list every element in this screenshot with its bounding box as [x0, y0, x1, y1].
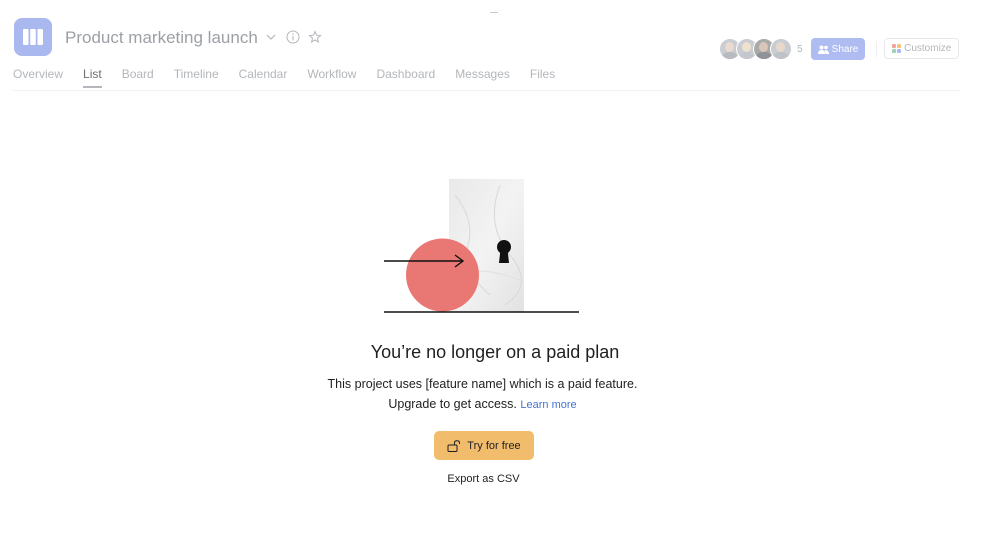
tab-files[interactable]: Files — [530, 67, 555, 87]
project-tabs: Overview List Board Timeline Calendar Wo… — [13, 67, 555, 88]
member-avatars[interactable]: 5 — [719, 38, 803, 60]
locked-door-illustration — [380, 175, 585, 320]
project-title[interactable]: Product marketing launch — [65, 28, 258, 48]
share-button[interactable]: Share — [811, 38, 865, 60]
share-label: Share — [831, 43, 859, 55]
people-icon — [817, 45, 829, 54]
try-button-label: Try for free — [467, 439, 521, 452]
member-count: 5 — [797, 43, 803, 55]
upgrade-text: Upgrade to get access. — [388, 397, 517, 411]
tab-board[interactable]: Board — [122, 67, 154, 87]
learn-more-link[interactable]: Learn more — [520, 399, 576, 411]
customize-label: Customize — [904, 43, 952, 54]
app-page: Product marketing launch 5 Share Customi… — [0, 0, 990, 550]
tab-timeline[interactable]: Timeline — [174, 67, 219, 87]
customize-icon — [891, 43, 902, 54]
unlock-icon — [447, 439, 461, 452]
tab-messages[interactable]: Messages — [455, 67, 510, 87]
divider — [876, 41, 877, 57]
chevron-down-icon[interactable] — [263, 29, 279, 45]
avatar — [770, 38, 792, 60]
description-line-2: Upgrade to get access. Learn more — [0, 394, 965, 415]
project-header: Product marketing launch 5 Share Customi… — [0, 0, 990, 92]
tabs-divider — [13, 90, 960, 91]
tab-calendar[interactable]: Calendar — [239, 67, 288, 87]
star-icon[interactable] — [307, 29, 323, 45]
description-line-1: This project uses [feature name] which i… — [327, 377, 638, 391]
customize-button[interactable]: Customize — [884, 38, 959, 59]
info-icon[interactable] — [285, 29, 301, 45]
tab-workflow[interactable]: Workflow — [307, 67, 356, 87]
export-csv-link[interactable]: Export as CSV — [0, 473, 967, 485]
tab-dashboard[interactable]: Dashboard — [376, 67, 435, 87]
tab-overview[interactable]: Overview — [13, 67, 63, 87]
empty-state-title: You’re no longer on a paid plan — [370, 342, 620, 362]
try-for-free-button[interactable]: Try for free — [434, 431, 534, 460]
tab-list[interactable]: List — [83, 67, 102, 88]
empty-state-description: This project uses [feature name] which i… — [0, 374, 965, 415]
map-icon[interactable] — [14, 18, 52, 56]
